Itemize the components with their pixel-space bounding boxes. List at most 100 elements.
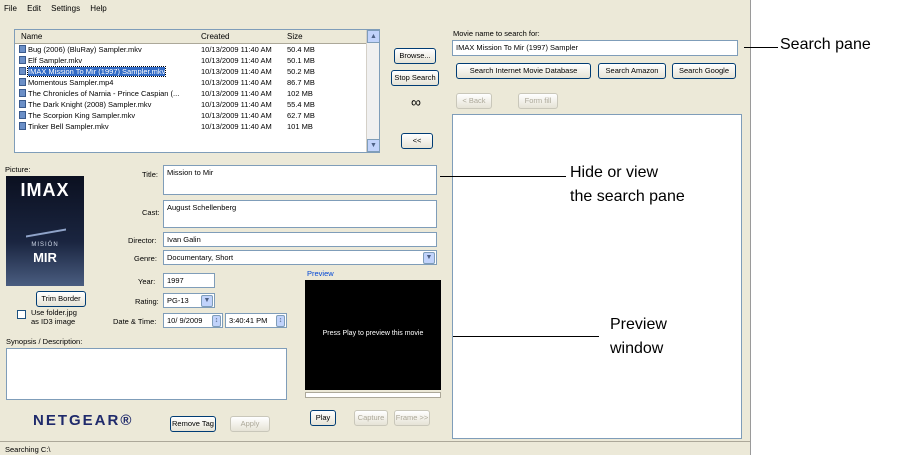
search-results-pane[interactable] <box>452 114 742 439</box>
preview-window[interactable]: Press Play to preview this movie <box>305 280 441 390</box>
file-name: Elf Sampler.mkv <box>28 56 83 65</box>
video-file-icon <box>19 100 26 108</box>
file-size: 50.4 MB <box>287 45 315 54</box>
file-name: Momentous Sampler.mp4 <box>28 78 114 87</box>
search-google-button[interactable]: Search Google <box>672 63 736 79</box>
cast-label: Cast: <box>142 208 160 217</box>
scroll-down-icon[interactable]: ▼ <box>367 139 380 152</box>
rating-label: Rating: <box>135 297 159 306</box>
file-size: 102 MB <box>287 89 313 98</box>
search-label: Movie name to search for: <box>453 29 540 38</box>
file-list-row[interactable]: The Chronicles of Narnia - Prince Caspia… <box>15 89 367 100</box>
file-list-row[interactable]: Elf Sampler.mkv 10/13/2009 11:40 AM 50.1 M… <box>15 56 367 67</box>
video-file-icon <box>19 122 26 130</box>
search-imdb-button[interactable]: Search Internet Movie Database <box>456 63 591 79</box>
time-field[interactable]: 3:40:41 PM ↕ <box>225 313 287 328</box>
file-created: 10/13/2009 11:40 AM <box>201 111 272 120</box>
video-file-icon <box>19 67 26 75</box>
file-created: 10/13/2009 11:40 AM <box>201 122 272 131</box>
file-size: 101 MB <box>287 122 313 131</box>
file-name-cell: The Dark Knight (2008) Sampler.mkv <box>19 100 151 109</box>
file-name-cell: The Scorpion King Sampler.mkv <box>19 111 135 120</box>
file-name: IMAX Mission To Mir (1997) Sampler.mkv <box>26 66 167 77</box>
browse-button[interactable]: Browse... <box>394 48 436 64</box>
file-created: 10/13/2009 11:40 AM <box>201 100 272 109</box>
file-list-row[interactable]: The Scorpion King Sampler.mkv 10/13/2009 … <box>15 111 367 122</box>
synopsis-field[interactable] <box>6 348 287 400</box>
use-folder-jpg-checkbox[interactable] <box>17 310 26 319</box>
file-name: Bug (2006) (BluRay) Sampler.mkv <box>28 45 142 54</box>
year-label: Year: <box>138 277 156 286</box>
menu-bar: File Edit Settings Help <box>4 4 115 18</box>
callout-search-pane: Search pane <box>780 36 871 53</box>
menu-file[interactable]: File <box>4 4 17 13</box>
stop-search-button[interactable]: Stop Search <box>391 70 439 86</box>
scroll-up-icon[interactable]: ▲ <box>367 30 380 43</box>
preview-seek-slider[interactable] <box>305 392 441 398</box>
status-text: Searching C:\ <box>5 445 51 454</box>
poster-subtitle: MISIÓN <box>31 242 59 248</box>
file-name-cell: IMAX Mission To Mir (1997) Sampler.mkv <box>19 66 167 77</box>
back-button[interactable]: < Back <box>456 93 492 109</box>
menu-help[interactable]: Help <box>90 4 106 13</box>
file-name-cell: The Chronicles of Narnia - Prince Caspia… <box>19 89 179 98</box>
search-input[interactable]: IMAX Mission To Mir (1997) Sampler <box>452 40 738 56</box>
file-created: 10/13/2009 11:40 AM <box>201 45 272 54</box>
file-size: 50.2 MB <box>287 67 315 76</box>
cast-field[interactable]: August Schellenberg <box>163 200 437 228</box>
title-field[interactable]: Mission to Mir <box>163 165 437 195</box>
column-size[interactable]: Size <box>287 32 303 41</box>
status-bar: Searching C:\ <box>0 441 750 455</box>
menu-edit[interactable]: Edit <box>27 4 41 13</box>
capture-button[interactable]: Capture <box>354 410 388 426</box>
menu-settings[interactable]: Settings <box>51 4 80 13</box>
chevron-down-icon[interactable]: ▼ <box>423 252 435 264</box>
file-list-row[interactable]: The Dark Knight (2008) Sampler.mkv 10/13/… <box>15 100 367 111</box>
movie-poster: IMAX MISIÓN MIR <box>6 176 84 286</box>
column-name[interactable]: Name <box>21 32 42 41</box>
column-created[interactable]: Created <box>201 32 229 41</box>
file-name: The Dark Knight (2008) Sampler.mkv <box>28 100 152 109</box>
genre-label: Genre: <box>134 254 157 263</box>
video-file-icon <box>19 78 26 86</box>
file-list[interactable]: Name Created Size Bug (2006) (BluRay) Sa… <box>14 29 380 153</box>
file-list-row[interactable]: Momentous Sampler.mp4 10/13/2009 11:40 AM… <box>15 78 367 89</box>
video-file-icon <box>19 45 26 53</box>
rating-dropdown[interactable]: PG-13 ▼ <box>163 293 215 308</box>
hide-search-pane-button[interactable]: << <box>401 133 433 149</box>
file-name: The Chronicles of Narnia - Prince Caspia… <box>28 89 180 98</box>
chevron-down-icon[interactable]: ▼ <box>201 295 213 307</box>
file-list-row[interactable]: Tinker Bell Sampler.mkv 10/13/2009 11:40 … <box>15 122 367 133</box>
file-size: 55.4 MB <box>287 100 315 109</box>
remove-tag-button[interactable]: Remove Tag <box>170 416 216 432</box>
form-fill-button[interactable]: Form fill <box>518 93 558 109</box>
video-file-icon <box>19 89 26 97</box>
file-created: 10/13/2009 11:40 AM <box>201 56 272 65</box>
file-created: 10/13/2009 11:40 AM <box>201 89 272 98</box>
datetime-label: Date & Time: <box>113 317 157 326</box>
play-button[interactable]: Play <box>310 410 336 426</box>
spin-icon[interactable]: ↕ <box>212 315 221 327</box>
video-file-icon <box>19 111 26 119</box>
spin-icon[interactable]: ↕ <box>276 315 285 327</box>
file-name-cell: Elf Sampler.mkv <box>19 56 82 65</box>
trim-border-button[interactable]: Trim Border <box>36 291 86 307</box>
date-field[interactable]: 10/ 9/2009 ↕ <box>163 313 223 328</box>
netgear-logo: NETGEAR® <box>33 412 134 429</box>
frame-button[interactable]: Frame >> <box>394 410 430 426</box>
genre-value: Documentary, Short <box>167 253 234 262</box>
genre-dropdown[interactable]: Documentary, Short ▼ <box>163 250 437 265</box>
file-name-cell: Bug (2006) (BluRay) Sampler.mkv <box>19 45 142 54</box>
search-amazon-button[interactable]: Search Amazon <box>598 63 666 79</box>
file-list-scrollbar[interactable]: ▲ ▼ <box>366 30 380 152</box>
director-label: Director: <box>128 236 157 245</box>
synopsis-label: Synopsis / Description: <box>6 337 83 346</box>
callout-hide-view-1: Hide or view <box>570 164 659 181</box>
file-size: 86.7 MB <box>287 78 315 87</box>
year-field[interactable]: 1997 <box>163 273 215 288</box>
director-field[interactable]: Ivan Galin <box>163 232 437 247</box>
file-list-row[interactable]: Bug (2006) (BluRay) Sampler.mkv 10/13/200… <box>15 45 367 56</box>
video-file-icon <box>19 56 26 64</box>
file-list-row[interactable]: IMAX Mission To Mir (1997) Sampler.mkv 10… <box>15 66 367 78</box>
apply-button[interactable]: Apply <box>230 416 270 432</box>
